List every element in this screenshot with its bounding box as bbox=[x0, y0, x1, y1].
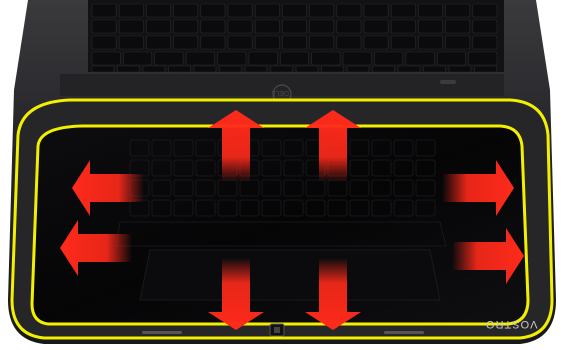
function-key bbox=[346, 65, 370, 73]
keyboard-key bbox=[123, 51, 153, 66]
function-key bbox=[295, 65, 319, 73]
keyboard-key bbox=[173, 35, 199, 50]
function-key bbox=[423, 65, 446, 73]
keyboard-key bbox=[280, 51, 309, 66]
function-key bbox=[193, 65, 217, 73]
keyboard-key bbox=[254, 19, 280, 34]
keyboard-key bbox=[282, 35, 307, 50]
function-key bbox=[219, 65, 242, 73]
keyboard-key bbox=[173, 19, 199, 34]
function-key bbox=[372, 65, 395, 73]
keyboard-key bbox=[91, 35, 117, 50]
keyboard-key bbox=[254, 35, 280, 50]
keyboard-key bbox=[200, 19, 226, 34]
keyboard-key bbox=[336, 35, 362, 50]
function-key bbox=[397, 65, 421, 73]
speaker-grille-right bbox=[384, 331, 424, 334]
keyboard-key bbox=[418, 35, 443, 50]
keyboard-key bbox=[227, 3, 253, 18]
keyboard-key bbox=[336, 3, 362, 18]
keyboard-key bbox=[118, 3, 144, 18]
keyboard-key bbox=[363, 19, 389, 34]
keyboard-key bbox=[472, 3, 498, 18]
keyboard-key bbox=[468, 51, 498, 66]
function-key bbox=[117, 65, 140, 73]
keyboard-key bbox=[200, 3, 226, 18]
keyboard-key bbox=[185, 51, 215, 66]
touchpad-shadow bbox=[139, 249, 441, 301]
keyboard-key bbox=[309, 3, 335, 18]
keyboard-key bbox=[173, 3, 199, 18]
keyboard-key bbox=[309, 19, 335, 34]
keyboard-key bbox=[436, 51, 466, 66]
keyboard-key bbox=[154, 51, 184, 66]
led-indicator-icon bbox=[440, 80, 456, 84]
keyboard-key bbox=[445, 35, 471, 50]
keyboard-key bbox=[91, 19, 117, 34]
keyboard-key bbox=[146, 3, 171, 18]
palmrest-removal-illustration: DELL VOSTRO bbox=[0, 0, 564, 350]
keyboard-key bbox=[336, 19, 362, 34]
function-key bbox=[448, 65, 472, 73]
keyboard-key bbox=[418, 19, 443, 34]
function-key bbox=[244, 65, 268, 73]
keyboard-key bbox=[445, 3, 471, 18]
keyboard-key bbox=[445, 19, 471, 34]
keyboard-key bbox=[363, 35, 389, 50]
keyboard-key bbox=[118, 19, 144, 34]
keyboard-key bbox=[418, 3, 443, 18]
keyboard-key bbox=[405, 51, 435, 66]
function-key bbox=[168, 65, 191, 73]
keyboard-key bbox=[227, 19, 253, 34]
illustration-canvas: DELL bbox=[8, 0, 556, 344]
keyboard-key bbox=[342, 51, 372, 66]
keyboard-key bbox=[472, 19, 498, 34]
keyboard-key bbox=[282, 19, 307, 34]
brand-label: VOSTRO bbox=[485, 318, 538, 330]
keyboard-key bbox=[282, 3, 307, 18]
keyboard-key bbox=[254, 3, 280, 18]
function-key bbox=[142, 65, 166, 73]
function-key bbox=[474, 65, 497, 73]
keyboard-key bbox=[118, 35, 144, 50]
function-key bbox=[270, 65, 293, 73]
keyboard-key bbox=[217, 51, 247, 66]
keyboard-key bbox=[472, 35, 498, 50]
keyboard-key bbox=[309, 35, 335, 50]
keyboard-key bbox=[146, 19, 171, 34]
keyboard-key bbox=[390, 3, 416, 18]
keyboard-key bbox=[91, 51, 121, 66]
keyboard-key bbox=[146, 35, 171, 50]
power-button-icon bbox=[269, 323, 285, 337]
svg-text:DELL: DELL bbox=[271, 89, 289, 96]
keyboard-key bbox=[248, 51, 278, 66]
function-key bbox=[321, 65, 344, 73]
keyboard-key bbox=[390, 19, 416, 34]
keyboard-key bbox=[363, 3, 389, 18]
keyboard-key bbox=[200, 35, 226, 50]
keyboard-key bbox=[311, 51, 341, 66]
keyboard-key bbox=[390, 35, 416, 50]
keyboard-key bbox=[227, 35, 253, 50]
function-key bbox=[91, 65, 115, 73]
keyboard bbox=[88, 0, 504, 73]
speaker-grille-left bbox=[142, 331, 182, 334]
keyboard-key bbox=[374, 51, 404, 66]
keyboard-key bbox=[91, 3, 117, 18]
